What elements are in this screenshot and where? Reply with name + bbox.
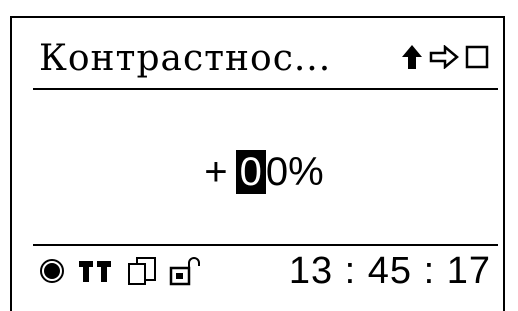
arrow-up-icon[interactable] bbox=[401, 44, 423, 70]
contrast-value[interactable]: +0 0% bbox=[25, 150, 503, 195]
footer-divider bbox=[33, 244, 498, 246]
value-cursor-digit[interactable]: 0 bbox=[235, 150, 266, 194]
unlocked-padlock-icon bbox=[169, 257, 200, 286]
value-rest: 0% bbox=[265, 150, 324, 194]
header-icons bbox=[401, 44, 489, 70]
page-title: Контрастнос... bbox=[39, 38, 332, 79]
screen-header: Контрастнос... bbox=[25, 30, 503, 88]
value-sign: + bbox=[204, 150, 228, 194]
lcd-screen: Контрастнос... +0 0% 13: 45: 17 bbox=[25, 30, 503, 292]
arrow-right-outline-icon[interactable] bbox=[429, 45, 459, 69]
copy-pages-icon bbox=[128, 257, 156, 285]
header-divider bbox=[33, 88, 498, 90]
status-icons bbox=[39, 256, 203, 286]
record-dot-icon bbox=[40, 259, 64, 283]
square-icon[interactable] bbox=[465, 45, 489, 69]
signal-bars-icon bbox=[79, 261, 111, 282]
clock-time: 13 : 45 : 17 bbox=[288, 250, 491, 292]
status-bar: 13 : 45 : 17 bbox=[25, 250, 503, 292]
